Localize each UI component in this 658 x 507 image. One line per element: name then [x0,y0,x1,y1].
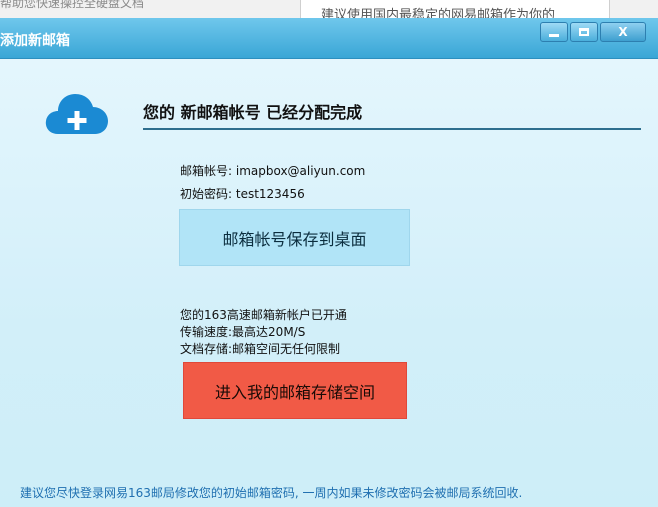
maximize-button[interactable] [570,22,598,42]
title-bar[interactable]: 添加新邮箱 X [0,18,658,59]
add-mailbox-dialog: 添加新邮箱 X 您的 新邮箱帐号 已经分配完成 邮箱帐号: imapbox@al… [0,18,658,507]
notice-line-1: 您的163高速邮箱新帐户已开通 [180,308,347,322]
account-line: 邮箱帐号: imapbox@aliyun.com [180,164,366,178]
background-app-strip: 帮助您快速操控全硬盘文档 建议使用国内最稳定的网易邮箱作为你的 [0,0,658,23]
save-to-desktop-button[interactable]: 邮箱帐号保存到桌面 [179,209,410,266]
enter-mailbox-button[interactable]: 进入我的邮箱存储空间 [183,362,407,419]
minimize-button[interactable] [540,22,568,42]
close-button[interactable]: X [600,22,646,42]
notice-line-2: 传输速度:最高达20M/S [180,325,306,339]
background-app-right-panel: 建议使用国内最稳定的网易邮箱作为你的 [300,0,610,23]
window-controls: X [540,22,646,42]
notice-line-3: 文档存储:邮箱空间无任何限制 [180,342,341,356]
maximize-icon [579,28,589,36]
window-title: 添加新邮箱 [0,33,70,49]
close-icon: X [618,25,628,39]
dialog-content: 您的 新邮箱帐号 已经分配完成 邮箱帐号: imapbox@aliyun.com… [0,59,658,507]
minimize-icon [549,34,559,37]
headline-divider [143,128,641,130]
password-line: 初始密码: test123456 [180,187,305,201]
headline: 您的 新邮箱帐号 已经分配完成 [143,103,363,122]
cloud-add-icon [45,94,108,134]
background-app-left-text: 帮助您快速操控全硬盘文档 [0,0,145,10]
footer-note: 建议您尽快登录网易163邮局修改您的初始邮箱密码, 一周内如果未修改密码会被邮局… [20,486,523,500]
